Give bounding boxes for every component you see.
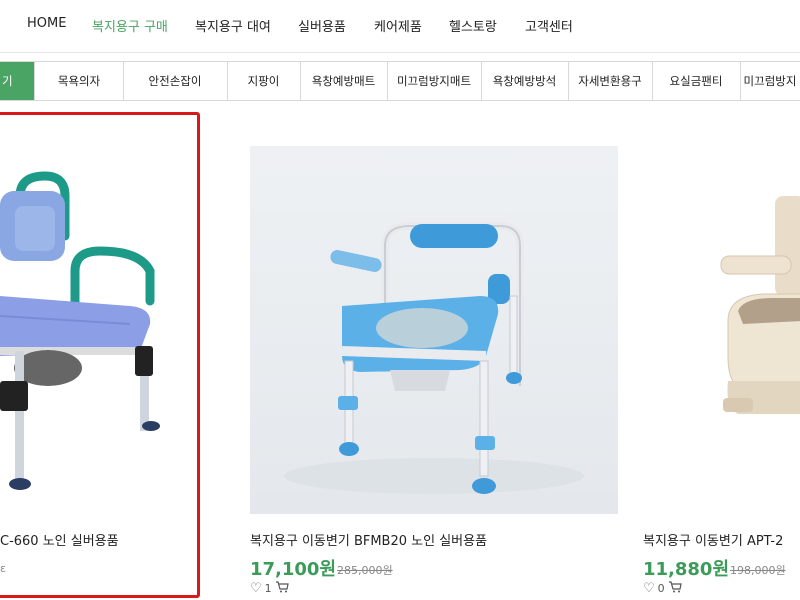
product-image[interactable] <box>250 146 618 514</box>
category-tab-anti-slip[interactable]: 미끄럼방지 <box>740 62 800 100</box>
product-image[interactable] <box>0 146 190 506</box>
nav-care-products[interactable]: 케어제품 <box>374 16 422 35</box>
product-price: 11,880원 <box>643 559 730 580</box>
cart-icon[interactable] <box>668 581 682 596</box>
category-tab-anti-slip-mat[interactable]: 미끄럼방지매트 <box>387 62 482 100</box>
nav-welfare-rental[interactable]: 복지용구 대여 <box>195 16 271 35</box>
product-original-price: 198,000원 <box>730 564 786 577</box>
category-tab-cane[interactable]: 지팡이 <box>227 62 301 100</box>
product-title[interactable]: 복지용구 이동변기 APT-2 <box>643 530 783 549</box>
product-title[interactable]: C-660 노인 실버용품 <box>0 530 119 549</box>
product-image[interactable] <box>643 146 800 514</box>
nav-home[interactable]: HOME <box>27 16 66 31</box>
nav-welfare-purchase[interactable]: 복지용구 구매 <box>92 16 168 35</box>
category-tab-safety-handle[interactable]: 안전손잡이 <box>123 62 228 100</box>
category-tab-incontinence-pants[interactable]: 요실금팬티 <box>652 62 741 100</box>
category-tab-bedsore-cushion[interactable]: 욕창예방방석 <box>481 62 569 100</box>
portable-toilet-image <box>720 196 800 414</box>
partial-meta-icon: ε <box>0 562 6 575</box>
top-navigation: HOME 복지용구 구매 복지용구 대여 실버용품 케어제품 헬스토랑 고객센터 <box>0 0 800 53</box>
nav-silver-goods[interactable]: 실버용품 <box>298 16 346 35</box>
product-price: 17,100원 <box>250 559 337 580</box>
heart-icon[interactable]: ♡ <box>643 581 655 596</box>
category-bar: 기 목욕의자 안전손잡이 지팡이 욕창예방매트 미끄럼방지매트 욕창예방방석 자… <box>0 61 800 101</box>
product-title[interactable]: 복지용구 이동변기 BFMB20 노인 실버용품 <box>250 530 487 549</box>
category-tab-bedsore-mattress[interactable]: 욕창예방매트 <box>300 62 388 100</box>
product-meta: ♡ 0 <box>643 581 682 596</box>
category-tab-active[interactable]: 기 <box>0 62 35 100</box>
commode-chair-image <box>0 171 160 490</box>
cart-icon[interactable] <box>275 581 289 596</box>
commode-chair-image <box>284 222 584 494</box>
product-meta: ♡ 1 <box>250 581 289 596</box>
product-original-price: 285,000원 <box>337 564 393 577</box>
wish-count: 1 <box>264 582 272 595</box>
nav-health-restaurant[interactable]: 헬스토랑 <box>449 16 497 35</box>
wish-count: 0 <box>657 582 665 595</box>
nav-customer-center[interactable]: 고객센터 <box>525 16 573 35</box>
category-tab-bath-chair[interactable]: 목욕의자 <box>35 62 124 100</box>
category-tab-posture-aid[interactable]: 자세변환용구 <box>568 62 653 100</box>
heart-icon[interactable]: ♡ <box>250 581 262 596</box>
